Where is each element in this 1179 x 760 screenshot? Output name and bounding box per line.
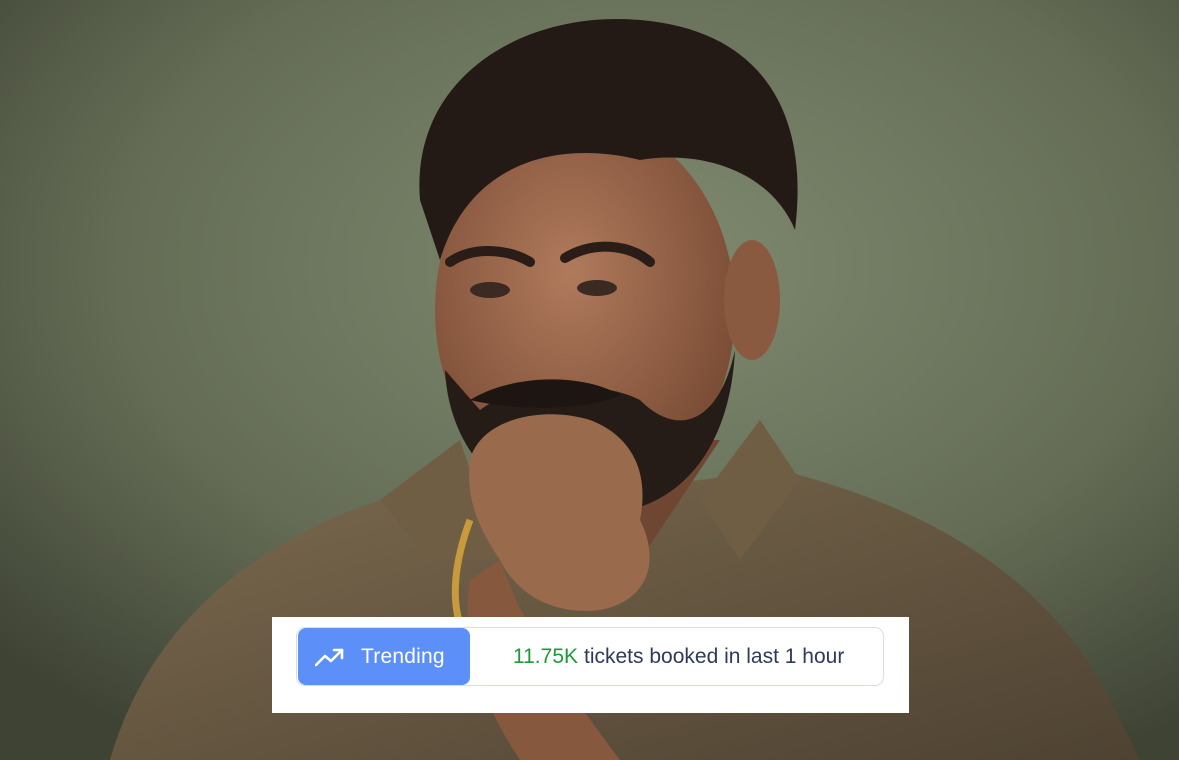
trending-badge[interactable]: Trending xyxy=(298,628,470,685)
trending-label: Trending xyxy=(361,644,445,668)
tickets-message-text: tickets booked in last 1 hour xyxy=(584,644,845,668)
trending-banner: Trending 11.75K tickets booked in last 1… xyxy=(272,617,909,713)
tickets-message: 11.75K tickets booked in last 1 hour xyxy=(513,628,844,685)
trending-up-icon xyxy=(314,647,345,667)
photo-scene: Trending 11.75K tickets booked in last 1… xyxy=(0,0,1179,760)
trending-pill: Trending 11.75K tickets booked in last 1… xyxy=(296,627,884,686)
tickets-count: 11.75K xyxy=(513,644,578,668)
